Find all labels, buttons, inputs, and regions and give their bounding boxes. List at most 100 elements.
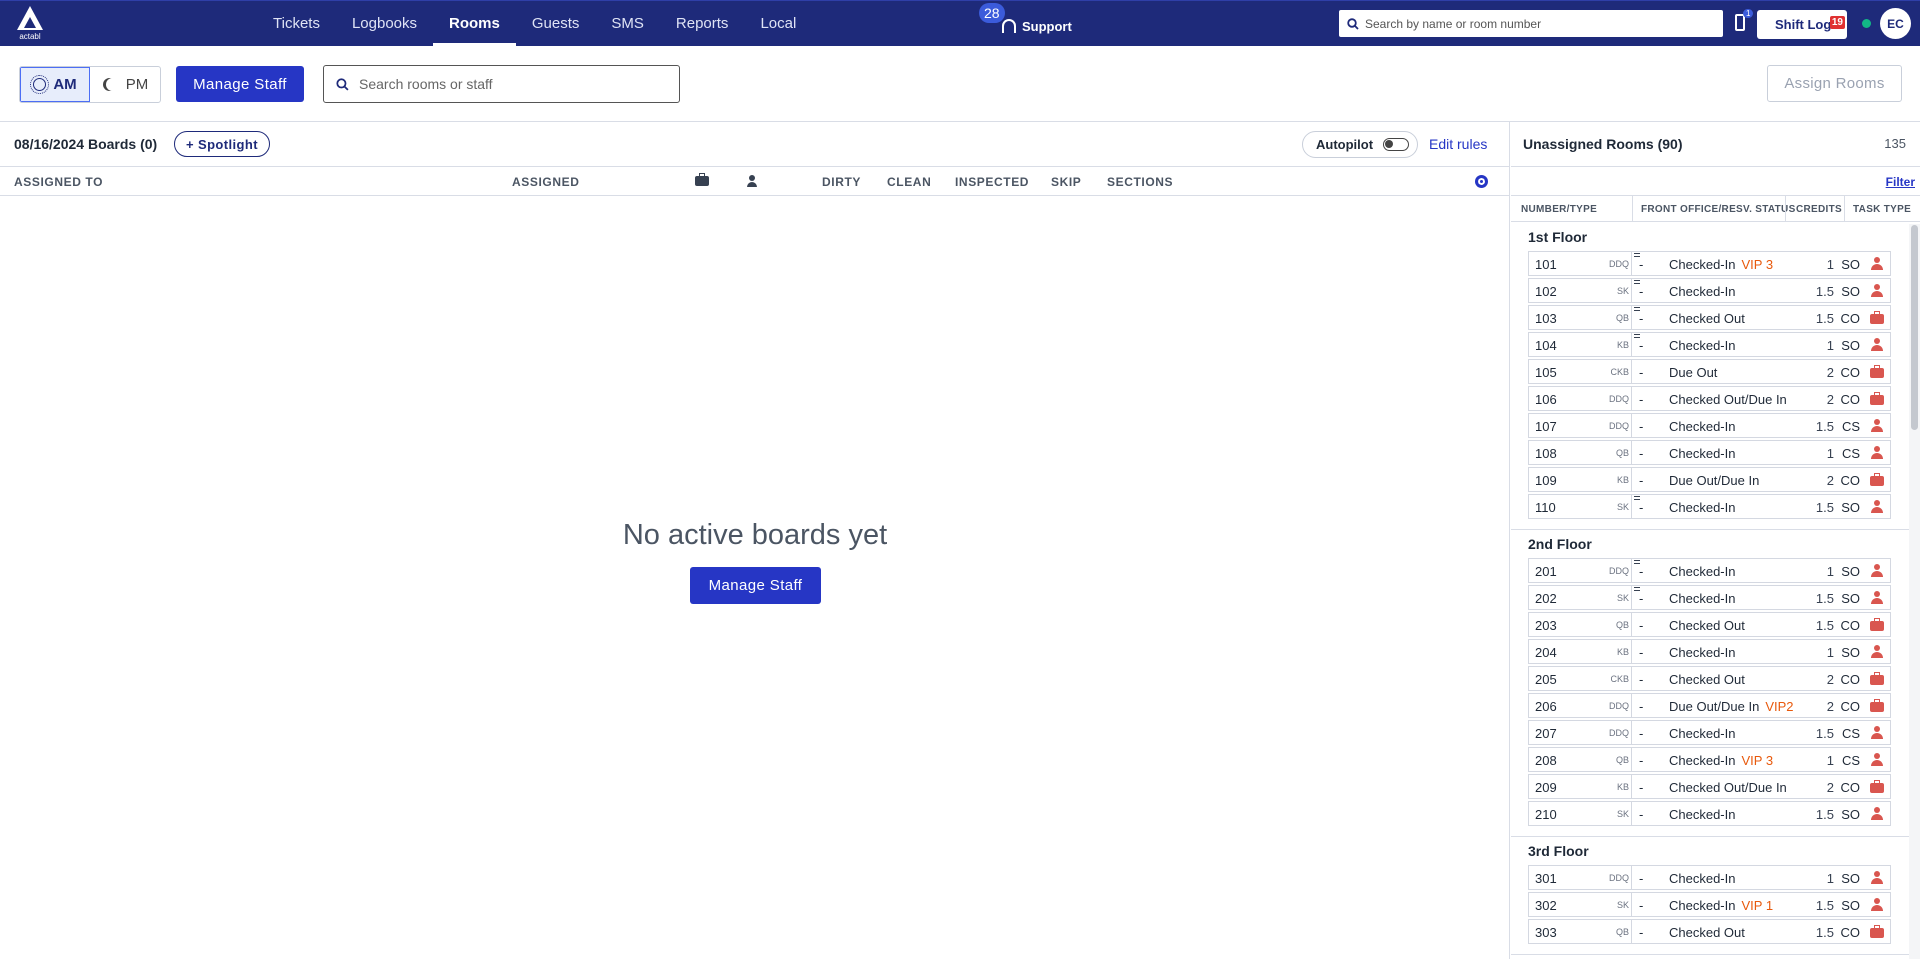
task-type: CO <box>1840 699 1861 714</box>
phone-badge: 1 <box>1743 9 1754 18</box>
nav-link-guests[interactable]: Guests <box>516 0 596 46</box>
room-row[interactable]: 208 QB - Checked-In VIP 3 1 CS <box>1528 747 1891 772</box>
room-row[interactable]: 204 KB - Checked-In 1 SO <box>1528 639 1891 664</box>
room-status: Due Out/Due In VIP2 <box>1669 699 1794 714</box>
room-row[interactable]: 104 KB - Checked-In 1 SO <box>1528 332 1891 357</box>
status-text: Due Out/Due In <box>1669 699 1760 714</box>
support-label: Support <box>1022 18 1072 34</box>
manage-staff-button[interactable]: Manage Staff <box>176 66 304 102</box>
room-row[interactable]: 203 QB - Checked Out 1.5 CO <box>1528 612 1891 637</box>
room-status: Checked-In <box>1669 871 1735 886</box>
gear-icon[interactable] <box>1475 175 1488 188</box>
room-status: Checked-In <box>1669 564 1735 579</box>
col-skip[interactable]: SKIP <box>1051 175 1081 189</box>
col-sections[interactable]: SECTIONS <box>1107 175 1173 189</box>
room-row[interactable]: 209 KB - Checked Out/Due In 2 CO <box>1528 774 1891 799</box>
person-icon <box>1870 591 1884 604</box>
boards-column-header: ASSIGNED TO ASSIGNED DIRTY CLEAN INSPECT… <box>0 167 1509 196</box>
scrollbar-thumb[interactable] <box>1911 225 1918 430</box>
nav-link-reports[interactable]: Reports <box>660 0 745 46</box>
spotlight-button[interactable]: + Spotlight <box>174 131 270 157</box>
room-type: QB <box>1615 927 1629 937</box>
room-row[interactable]: 109 KB - Due Out/Due In 2 CO <box>1528 467 1891 492</box>
briefcase-icon[interactable] <box>695 173 709 186</box>
col-clean[interactable]: CLEAN <box>887 175 931 189</box>
room-dash: - <box>1639 898 1644 913</box>
room-type: CKB <box>1610 674 1629 684</box>
col-assigned[interactable]: ASSIGNED <box>512 175 579 189</box>
room-row[interactable]: 106 DDQ - Checked Out/Due In 2 CO <box>1528 386 1891 411</box>
pm-label: PM <box>125 76 149 93</box>
room-row[interactable]: 108 QB - Checked-In 1 CS <box>1528 440 1891 465</box>
room-number: 110 <box>1535 500 1556 515</box>
status-text: Checked-In <box>1669 726 1736 741</box>
room-row[interactable]: 201 DDQ - Checked-In 1 SO <box>1528 558 1891 583</box>
room-number: 106 <box>1535 392 1557 407</box>
room-dash: - <box>1639 338 1644 353</box>
row-divider <box>1631 387 1632 410</box>
room-row[interactable]: 206 DDQ - Due Out/Due In VIP2 2 CO <box>1528 693 1891 718</box>
room-row[interactable]: 301 DDQ - Checked-In 1 SO <box>1528 865 1891 890</box>
room-row[interactable]: 210 SK - Checked-In 1.5 SO <box>1528 801 1891 826</box>
task-type: SO <box>1841 871 1860 886</box>
shift-log-button[interactable]: Shift Log 19 <box>1757 10 1847 39</box>
task-type: CO <box>1840 473 1861 488</box>
am-label: AM <box>53 76 77 93</box>
room-credits: 2 <box>1826 473 1834 488</box>
room-row[interactable]: 110 SK - Checked-In 1.5 SO <box>1528 494 1891 519</box>
room-number: 102 <box>1535 284 1557 299</box>
user-avatar[interactable]: EC <box>1880 8 1911 39</box>
assign-rooms-button[interactable]: Assign Rooms <box>1767 65 1902 102</box>
nav-link-tickets[interactable]: Tickets <box>257 0 336 46</box>
autopilot-toggle[interactable]: Autopilot <box>1302 131 1418 158</box>
rooms-list-scrollbar[interactable] <box>1909 224 1920 959</box>
col-credits[interactable]: CREDITS <box>1796 204 1842 215</box>
nav-link-local[interactable]: Local <box>744 0 812 46</box>
am-shift-button[interactable]: AM <box>20 67 90 102</box>
room-credits: 1 <box>1826 338 1834 353</box>
room-row[interactable]: 202 SK - Checked-In 1.5 SO <box>1528 585 1891 610</box>
room-number: 209 <box>1535 780 1557 795</box>
nav-link-rooms[interactable]: Rooms <box>433 0 516 46</box>
floor-group: 3rd Floor 301 DDQ - Checked-In 1 SO 302 SK - Check… <box>1511 837 1909 955</box>
column-divider <box>1844 196 1845 221</box>
col-inspected[interactable]: INSPECTED <box>955 175 1029 189</box>
pm-shift-button[interactable]: PM <box>90 67 160 102</box>
col-assigned-to[interactable]: ASSIGNED TO <box>14 175 103 189</box>
room-credits: 1.5 <box>1815 925 1834 940</box>
empty-state-manage-staff-button[interactable]: Manage Staff <box>690 567 821 604</box>
support-button[interactable]: 28 Support <box>979 0 1072 46</box>
room-status: Checked-In <box>1669 284 1735 299</box>
status-text: Checked-In <box>1669 284 1736 299</box>
actabl-logo[interactable]: actabl <box>12 4 48 42</box>
col-task-type[interactable]: TASK TYPE <box>1853 204 1911 215</box>
room-row[interactable]: 107 DDQ - Checked-In 1.5 CS <box>1528 413 1891 438</box>
room-row[interactable]: 205 CKB - Checked Out 2 CO <box>1528 666 1891 691</box>
room-row[interactable]: 105 CKB - Due Out 2 CO <box>1528 359 1891 384</box>
row-divider <box>1631 721 1632 744</box>
global-search-input[interactable] <box>1365 16 1715 31</box>
row-divider <box>1631 360 1632 383</box>
room-number: 208 <box>1535 753 1557 768</box>
floor-name: 2nd Floor <box>1528 536 1592 552</box>
room-row[interactable]: 101 DDQ - Checked-In VIP 3 1 SO <box>1528 251 1891 276</box>
room-row[interactable]: 302 SK - Checked-In VIP 1 1.5 SO <box>1528 892 1891 917</box>
person-icon[interactable] <box>746 175 758 187</box>
room-row[interactable]: 103 QB - Checked Out 1.5 CO <box>1528 305 1891 330</box>
nav-link-logbooks[interactable]: Logbooks <box>336 0 433 46</box>
nav-link-sms[interactable]: SMS <box>595 0 660 46</box>
room-row[interactable]: 303 QB - Checked Out 1.5 CO <box>1528 919 1891 944</box>
person-icon <box>1870 871 1884 884</box>
room-row[interactable]: 207 DDQ - Checked-In 1.5 CS <box>1528 720 1891 745</box>
edit-rules-link[interactable]: Edit rules <box>1429 136 1487 152</box>
room-row[interactable]: 102 SK - Checked-In 1.5 SO <box>1528 278 1891 303</box>
room-type: SK <box>1616 809 1629 819</box>
toggle-switch-icon[interactable] <box>1383 138 1410 151</box>
rooms-staff-search-input[interactable] <box>359 76 659 92</box>
col-dirty[interactable]: DIRTY <box>822 175 861 189</box>
col-number-type[interactable]: NUMBER/TYPE <box>1521 204 1597 215</box>
room-type: KB <box>1616 340 1629 350</box>
filter-link[interactable]: Filter <box>1886 175 1915 189</box>
col-fo-status[interactable]: FRONT OFFICE/RESV. STATUS <box>1641 204 1796 215</box>
room-dash: - <box>1639 807 1644 822</box>
